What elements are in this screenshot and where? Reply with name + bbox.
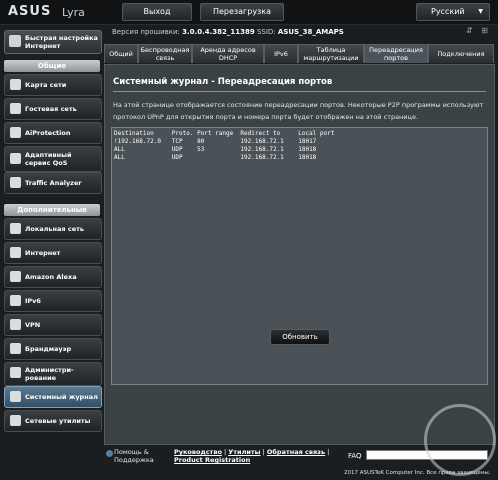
traffic-analyzer-icon bbox=[10, 177, 21, 188]
system-log-icon bbox=[10, 391, 21, 402]
sidebar-item-wan[interactable]: Интернет bbox=[4, 242, 102, 264]
log-row: !192.168.72.0 TCP 80 192.168.72.1 18017 bbox=[114, 138, 317, 145]
tab-ipv6[interactable]: IPv6 bbox=[264, 44, 298, 63]
port-forwarding-log[interactable]: Destination Proto. Port range Redirect t… bbox=[111, 127, 488, 385]
log-row: ALL UDP 53 192.168.72.1 18018 bbox=[114, 146, 317, 153]
general-header: Общие bbox=[4, 60, 100, 72]
firmware-label: Версия прошивки: bbox=[112, 28, 180, 36]
sidebar-item-label: AiProtection bbox=[25, 129, 71, 137]
product-registration-link[interactable]: Product Registration bbox=[174, 456, 250, 464]
sidebar-item-label: VPN bbox=[25, 321, 41, 329]
logout-button[interactable]: Выход bbox=[122, 3, 192, 21]
ssid-value: ASUS_38_AMAPS bbox=[277, 28, 344, 36]
language-label: Русский bbox=[431, 7, 465, 16]
help-label: Помощь & Поддержка bbox=[114, 448, 154, 464]
quick-setup-icon bbox=[9, 35, 21, 47]
network-icon[interactable]: ⊞ bbox=[481, 26, 488, 35]
usb-icon[interactable]: ⇵ bbox=[466, 26, 473, 35]
log-row: ALL UDP 192.168.72.1 18018 bbox=[114, 154, 317, 161]
status-icons: ⇵ ⊞ bbox=[466, 26, 488, 35]
quick-setup-button[interactable]: Быстрая настройка Интернет bbox=[4, 30, 102, 54]
sidebar-item-label: Сетевые утилиты bbox=[25, 417, 91, 425]
sidebar-item-network-tools[interactable]: Сетевые утилиты bbox=[4, 410, 102, 432]
sidebar-item-label: Брандмауэр bbox=[25, 345, 72, 353]
firewall-icon bbox=[10, 343, 21, 354]
utilities-link[interactable]: Утилиты bbox=[228, 448, 260, 456]
sidebar-item-label: Гостевая сеть bbox=[25, 105, 77, 113]
footer-links: Руководство | Утилиты | Обратная связь |… bbox=[174, 448, 330, 464]
sidebar-item-label: Адаптивный сервис QoS bbox=[25, 151, 72, 167]
firmware-info: Версия прошивки: 3.0.0.4.382_11389 SSID:… bbox=[112, 28, 344, 36]
tab-dhcp-leases[interactable]: Аренда адресов DHCP bbox=[192, 44, 264, 63]
tab-port-forwarding[interactable]: Переадресация портов bbox=[364, 44, 428, 63]
help-support-link[interactable]: Помощь & Поддержка bbox=[106, 448, 158, 464]
content-panel: Системный журнал - Переадресация портов … bbox=[104, 64, 495, 445]
sidebar-item-traffic-analyzer[interactable]: Traffic Analyzer bbox=[4, 172, 102, 194]
sidebar-item-vpn[interactable]: VPN bbox=[4, 314, 102, 336]
ssid-label: SSID: bbox=[256, 28, 276, 36]
top-bar: ASUS Lyra Выход Перезагрузка Русский ▼ bbox=[0, 0, 498, 25]
sidebar-item-network-map[interactable]: Карта сети bbox=[4, 74, 102, 96]
guest-network-icon bbox=[10, 103, 21, 114]
sidebar-item-label: Traffic Analyzer bbox=[25, 179, 82, 187]
sidebar-item-label: Системный журнал bbox=[25, 393, 98, 401]
log-header: Destination Proto. Port range Redirect t… bbox=[114, 130, 335, 137]
faq-label: FAQ bbox=[348, 452, 362, 460]
lan-icon bbox=[10, 223, 21, 234]
tab-routing-table[interactable]: Таблица маршрутизации bbox=[298, 44, 364, 63]
sidebar-item-qos[interactable]: Адаптивный сервис QoS bbox=[4, 146, 102, 172]
chevron-down-icon: ▼ bbox=[478, 8, 483, 15]
sidebar-item-firewall[interactable]: Брандмауэр bbox=[4, 338, 102, 360]
vpn-icon bbox=[10, 319, 21, 330]
sidebar-item-system-log[interactable]: Системный журнал bbox=[4, 386, 102, 408]
sidebar-item-label: IPv6 bbox=[25, 297, 41, 305]
sidebar-item-alexa[interactable]: Amazon Alexa bbox=[4, 266, 102, 288]
network-map-icon bbox=[10, 79, 21, 90]
sidebar-item-label: Локальная сеть bbox=[25, 225, 84, 233]
shield-icon bbox=[10, 127, 21, 138]
sidebar-item-guest-network[interactable]: Гостевая сеть bbox=[4, 98, 102, 120]
feedback-link[interactable]: Обратная связь bbox=[267, 448, 325, 456]
administration-icon bbox=[10, 367, 21, 378]
model-name: Lyra bbox=[62, 6, 85, 19]
divider bbox=[113, 91, 486, 92]
manual-link[interactable]: Руководство bbox=[174, 448, 222, 456]
network-tools-icon bbox=[10, 415, 21, 426]
question-icon bbox=[106, 450, 113, 457]
refresh-button[interactable]: Обновить bbox=[270, 329, 330, 345]
globe-icon bbox=[10, 247, 21, 258]
sidebar-item-ipv6[interactable]: IPv6 bbox=[4, 290, 102, 312]
sidebar-item-label: Интернет bbox=[25, 249, 61, 257]
sidebar-item-aiprotection[interactable]: AiProtection bbox=[4, 122, 102, 144]
sidebar-item-label: Карта сети bbox=[25, 81, 67, 89]
alexa-icon bbox=[10, 271, 21, 282]
sidebar-item-label: Amazon Alexa bbox=[25, 273, 77, 281]
advanced-header: Дополнительные настройки bbox=[4, 204, 100, 226]
page-title: Системный журнал - Переадресация портов bbox=[113, 77, 333, 87]
firmware-version: 3.0.0.4.382_11389 bbox=[182, 28, 255, 36]
sidebar-item-administration[interactable]: Администри-рование bbox=[4, 362, 102, 386]
asus-logo: ASUS bbox=[8, 4, 52, 19]
sidebar-item-label: Администри-рование bbox=[25, 366, 74, 382]
watermark-logo bbox=[424, 404, 496, 476]
tab-connections[interactable]: Подключения bbox=[428, 44, 494, 63]
tab-general[interactable]: Общий bbox=[104, 44, 138, 63]
quick-setup-label: Быстрая настройка Интернет bbox=[25, 34, 98, 50]
reboot-button[interactable]: Перезагрузка bbox=[200, 3, 284, 21]
ipv6-icon bbox=[10, 295, 21, 306]
page-description: На этой странице отображается состояние … bbox=[113, 101, 484, 121]
qos-icon bbox=[10, 153, 21, 164]
tab-wireless[interactable]: Беспроводная связь bbox=[138, 44, 192, 63]
language-select[interactable]: Русский ▼ bbox=[416, 3, 490, 21]
sidebar-item-lan[interactable]: Локальная сеть bbox=[4, 218, 102, 240]
